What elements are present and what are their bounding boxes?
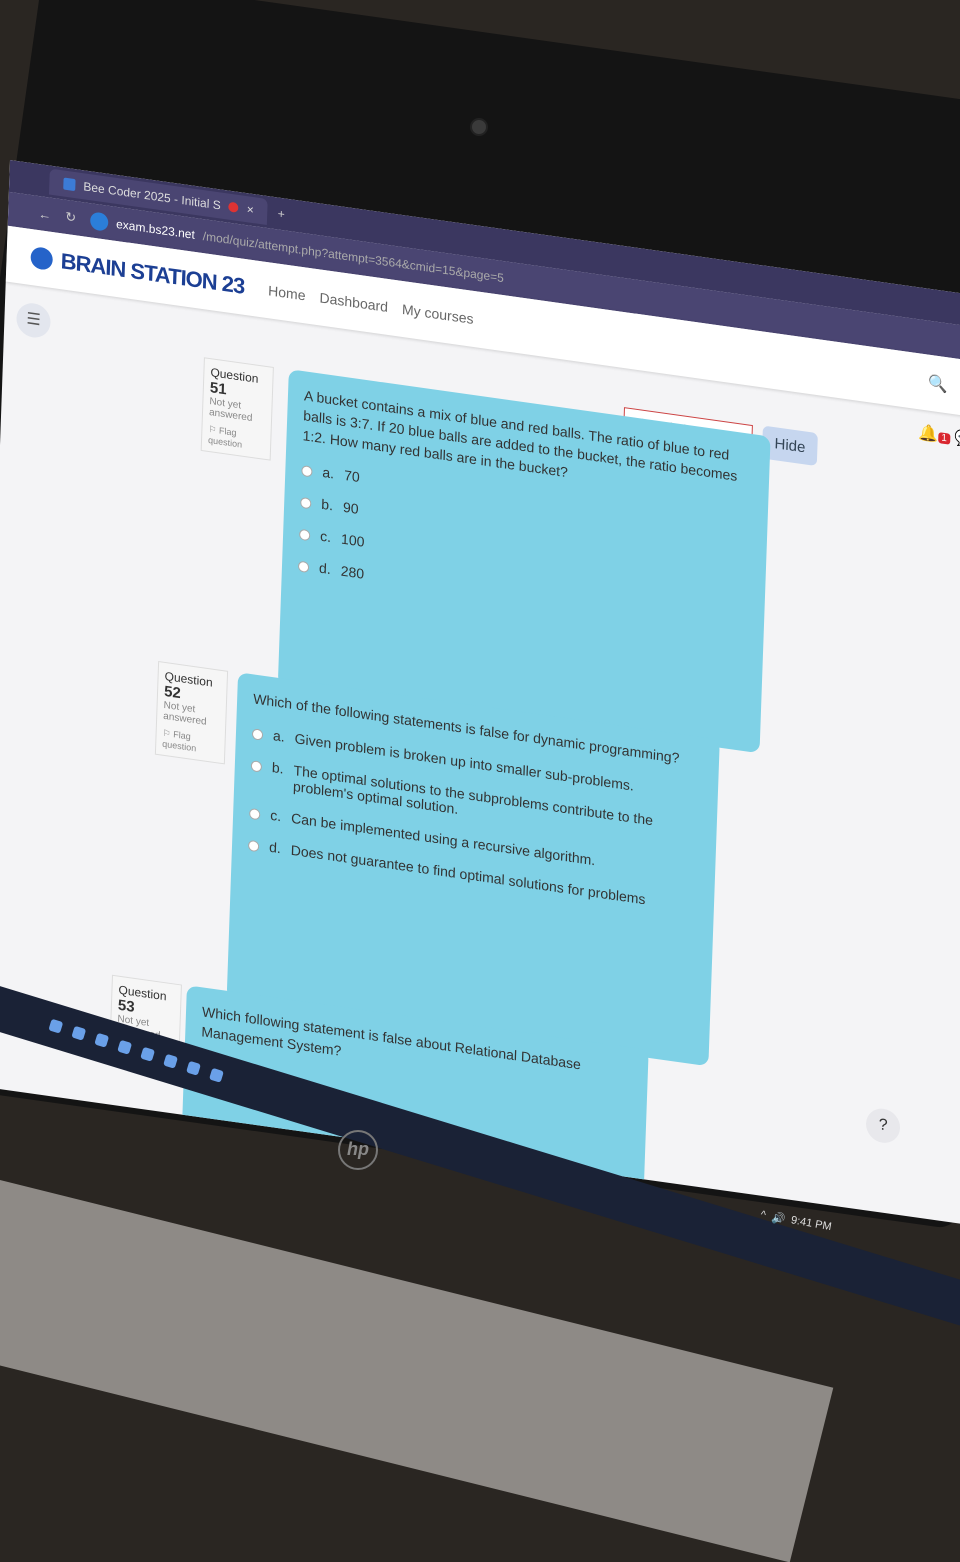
taskbar-app-icon[interactable] [208, 1067, 224, 1083]
tray-chevron-icon[interactable]: ^ [759, 1209, 767, 1223]
nav-dashboard[interactable]: Dashboard [319, 289, 388, 315]
nav-home[interactable]: Home [268, 282, 306, 303]
radio-button[interactable] [247, 839, 260, 853]
search-icon[interactable]: 🔍 [928, 373, 949, 396]
radio-button[interactable] [297, 560, 310, 574]
radio-button[interactable] [250, 760, 263, 773]
logo-text: BRAIN STATION 23 [60, 248, 245, 299]
hide-timer-button[interactable]: Hide [761, 425, 818, 467]
question-info-51: Question 51 Not yet answered ⚐ Flag ques… [200, 357, 274, 461]
new-tab-button[interactable]: + [277, 207, 284, 222]
taskbar-app-icon[interactable] [140, 1046, 156, 1062]
question-info-52: Question 52 Not yet answered ⚐ Flag ques… [154, 661, 229, 765]
logo-mark-icon [30, 246, 54, 271]
messages-icon[interactable]: 💬 [954, 429, 960, 449]
radio-button[interactable] [298, 528, 311, 542]
drawer-toggle-button[interactable]: ☰ [15, 301, 52, 340]
taskbar-app-icon[interactable] [186, 1060, 202, 1076]
help-button[interactable]: ? [865, 1106, 901, 1146]
recording-icon [228, 201, 239, 214]
flag-question-button[interactable]: ⚐ Flag question [208, 424, 265, 453]
taskbar-app-icon[interactable] [163, 1053, 179, 1069]
radio-button[interactable] [301, 464, 313, 478]
notification-badge: 1 [938, 432, 951, 445]
reload-icon[interactable]: ↻ [65, 209, 76, 226]
volume-icon[interactable]: 🔊 [770, 1211, 786, 1226]
back-icon[interactable]: ← [38, 206, 52, 223]
question-text: A bucket contains a mix of blue and red … [302, 387, 738, 484]
notifications[interactable]: 🔔 1 💬 [918, 422, 960, 450]
close-tab-icon[interactable]: × [246, 202, 253, 217]
radio-button[interactable] [251, 728, 264, 741]
webcam [470, 118, 488, 136]
header-icons: 🔍 ☆ [928, 373, 960, 400]
taskbar-app-icon[interactable] [94, 1032, 110, 1048]
taskbar-app-icon[interactable] [117, 1039, 133, 1055]
taskbar-app-icon[interactable] [71, 1025, 87, 1041]
radio-button[interactable] [249, 807, 261, 821]
url-host: exam.bs23.net [115, 216, 196, 242]
hp-logo: hp [338, 1130, 378, 1170]
site-favicon-icon [63, 177, 76, 192]
site-info-icon[interactable] [89, 211, 109, 232]
radio-button[interactable] [300, 496, 312, 510]
nav-my-courses[interactable]: My courses [402, 301, 474, 327]
flag-question-button[interactable]: ⚐ Flag question [162, 728, 219, 757]
taskbar-app-icon[interactable] [48, 1018, 64, 1034]
bell-icon[interactable]: 🔔 [918, 424, 939, 444]
primary-nav: Home Dashboard My courses [268, 282, 474, 327]
